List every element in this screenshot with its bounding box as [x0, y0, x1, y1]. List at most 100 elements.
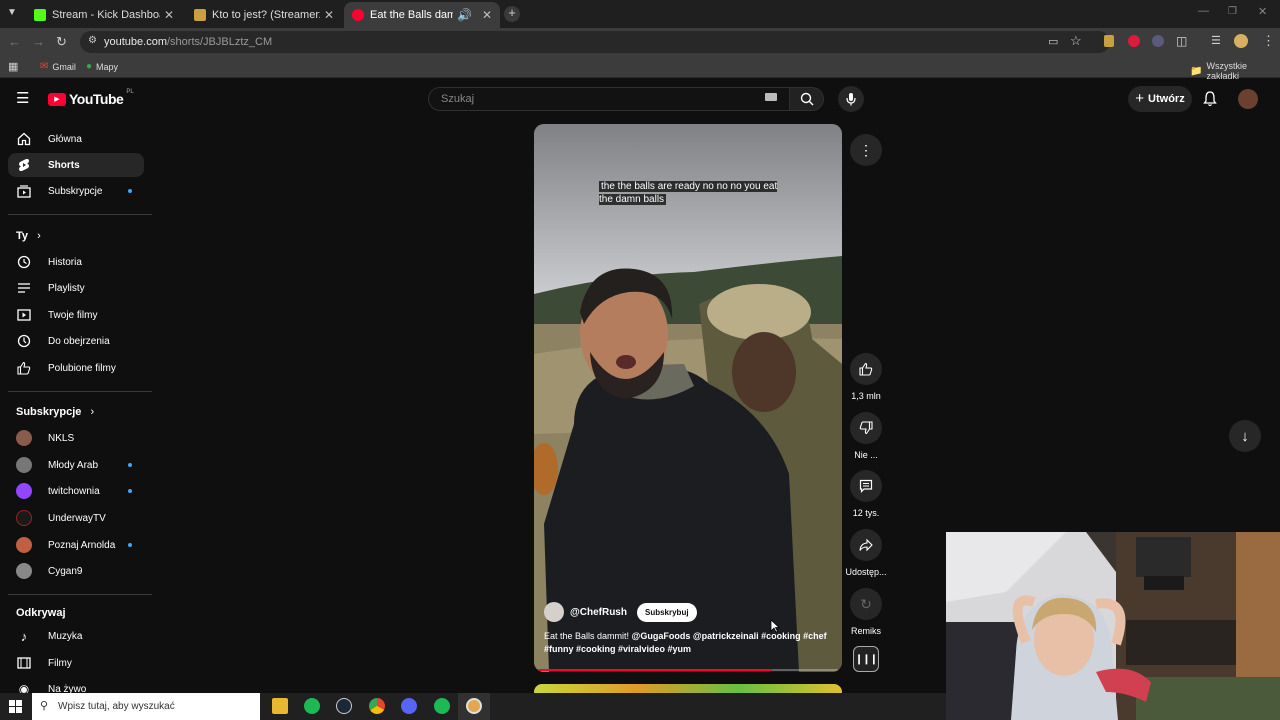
url-path: /shorts/JBJBLztz_CM — [166, 36, 273, 48]
discord-icon[interactable] — [401, 698, 417, 714]
chevron-right-icon: › — [37, 230, 41, 242]
sidebar-item-live[interactable]: ◉ Na żywo — [8, 677, 144, 693]
search-input[interactable]: Szukaj — [428, 87, 790, 111]
more-options-button[interactable]: ⋮ — [840, 134, 892, 172]
bookmark-gmail[interactable]: ✉ Gmail — [40, 61, 76, 72]
taskbar-search-input[interactable]: ⚲ Wpisz tutaj, aby wyszukać — [32, 693, 260, 720]
sidebar-item-subscriptions[interactable]: Subskrypcje — [8, 179, 144, 203]
sidebar-channel-cygan9[interactable]: Cygan9 — [8, 559, 144, 583]
menu-kebab-icon[interactable]: ⋮ — [1262, 34, 1275, 48]
short-description[interactable]: Eat the Balls dammit! @GugaFoods @patric… — [544, 630, 834, 656]
youtube-play-logo-icon: ▶ — [48, 92, 66, 106]
caption-text: the the balls are ready no no no you eat… — [599, 181, 778, 205]
notifications-bell-icon[interactable] — [1203, 91, 1217, 107]
bookmark-star-icon[interactable]: ☆ — [1070, 34, 1082, 48]
sidebar-item-home[interactable]: Główna — [8, 127, 144, 151]
remix-button[interactable]: ↻ Remiks — [840, 588, 892, 636]
sidebar-item-label: Główna — [48, 133, 82, 145]
sidebar-channel-nkls[interactable]: NKLS — [8, 426, 144, 450]
sidebar-channel-poznaj-arnolda[interactable]: Poznaj Arnolda — [8, 533, 144, 557]
cast-icon[interactable]: ▭ — [1048, 35, 1058, 49]
sidebar-channel-mlody-arab[interactable]: Młody Arab — [8, 453, 144, 477]
reload-icon[interactable]: ↻ — [56, 35, 67, 49]
restore-icon[interactable]: ❐ — [1228, 5, 1237, 19]
subscriptions-section-heading[interactable]: Subskrypcje › — [16, 406, 94, 418]
spotify-2-icon[interactable] — [434, 698, 450, 714]
progress-bar[interactable] — [538, 669, 838, 671]
video-caption: the the balls are ready no no no you eat… — [599, 180, 785, 206]
dislike-button[interactable]: Nie ... — [840, 412, 892, 460]
site-info-icon[interactable]: ⚙ — [88, 35, 97, 46]
channel-avatar — [16, 510, 32, 526]
extension-3-icon[interactable] — [1152, 35, 1164, 47]
bookmarks-bar: ▦ ✉ Gmail ● Mapy 📁 Wszystkie zakładki — [0, 56, 1280, 81]
sidebar-item-label: Młody Arab — [48, 459, 99, 471]
sidebar-item-liked[interactable]: Polubione filmy — [8, 356, 144, 380]
forward-icon[interactable]: → — [32, 35, 45, 49]
channel-name[interactable]: @ChefRush — [570, 607, 627, 618]
voice-search-button[interactable] — [838, 86, 864, 112]
all-bookmarks[interactable]: 📁 Wszystkie zakładki — [1190, 61, 1280, 81]
webcam-frame — [946, 532, 1280, 720]
tab-search-icon[interactable]: ▼ — [7, 6, 17, 20]
hamburger-menu-icon[interactable]: ☰ — [16, 91, 29, 106]
close-tab-icon[interactable]: ✕ — [324, 8, 334, 22]
chrome-icon[interactable] — [369, 698, 385, 714]
address-bar[interactable]: ⚙ youtube.com/shorts/JBJBLztz_CM — [80, 31, 1110, 53]
kick-favicon-icon — [34, 9, 46, 21]
close-tab-icon[interactable]: ✕ — [164, 8, 174, 22]
sidebar-item-films[interactable]: Filmy — [8, 651, 144, 675]
close-window-icon[interactable]: ✕ — [1258, 5, 1267, 19]
windows-start-icon[interactable] — [9, 700, 22, 713]
extension-2-icon[interactable] — [1128, 35, 1140, 47]
comments-button[interactable]: 12 tys. — [840, 470, 892, 518]
like-button[interactable]: 1,3 mln — [840, 353, 892, 401]
channel-avatar[interactable] — [544, 602, 564, 622]
tab-youtube-short[interactable]: Eat the Balls dammit! @Gu 🔊 ✕ — [344, 2, 500, 28]
sidebar-item-your-videos[interactable]: Twoje filmy — [8, 303, 144, 327]
minimize-icon[interactable]: — — [1198, 4, 1209, 18]
search-button[interactable] — [790, 87, 824, 111]
sidebar-item-playlists[interactable]: Playlisty — [8, 276, 144, 300]
shorts-player[interactable]: the the balls are ready no no no you eat… — [534, 124, 842, 672]
next-short-preview[interactable] — [534, 684, 842, 693]
tab-streamerzy[interactable]: Kto to jest? (Streamerzy) - Zagá ✕ — [186, 2, 342, 28]
apps-grid-icon[interactable]: ▦ — [8, 60, 18, 74]
keyboard-icon[interactable] — [765, 93, 777, 101]
profile-avatar-icon[interactable] — [1234, 34, 1248, 48]
history-icon — [16, 254, 32, 270]
music-icon: ♪ — [20, 628, 28, 644]
sidebar-divider — [8, 594, 152, 595]
youtube-wordmark: YouTube — [69, 91, 124, 107]
sound-thumbnail[interactable]: ❙❙❙ — [853, 646, 879, 672]
share-button[interactable]: Udostęp... — [840, 529, 892, 577]
sidebar-channel-underwaytv[interactable]: UnderwayTV — [8, 506, 144, 530]
sidebar-item-history[interactable]: Historia — [8, 250, 144, 274]
new-content-dot — [128, 489, 132, 493]
bookmark-maps[interactable]: ● Mapy — [86, 61, 118, 72]
extensions-puzzle-icon[interactable]: ◫ — [1176, 34, 1187, 48]
steam-icon[interactable] — [336, 698, 352, 714]
back-icon[interactable]: ← — [8, 35, 21, 49]
you-section-heading[interactable]: Ty › — [16, 230, 41, 242]
media-control-icon[interactable]: ☰ — [1211, 34, 1221, 48]
file-explorer-icon[interactable] — [272, 698, 288, 714]
extension-1-icon[interactable] — [1104, 35, 1114, 47]
channel-avatar-slot — [16, 563, 32, 579]
sidebar-item-label: Do obejrzenia — [48, 335, 110, 347]
audio-playing-icon[interactable]: 🔊 — [457, 8, 472, 22]
new-tab-icon[interactable]: + — [504, 6, 520, 22]
account-avatar[interactable] — [1238, 89, 1258, 109]
next-short-button[interactable]: ↓ — [1229, 420, 1261, 452]
tab-kick-dashboard[interactable]: Stream - Kick Dashboard ✕ — [26, 2, 182, 28]
sidebar-channel-twitchownia[interactable]: twitchownia — [8, 479, 144, 503]
sidebar-item-watch-later[interactable]: Do obejrzenia — [8, 329, 144, 353]
sidebar-item-shorts[interactable]: Shorts — [8, 153, 144, 177]
spotify-icon[interactable] — [304, 698, 320, 714]
sidebar-item-music[interactable]: ♪ Muzyka — [8, 624, 144, 648]
close-tab-icon[interactable]: ✕ — [482, 8, 492, 22]
sidebar-item-label: Filmy — [48, 657, 72, 669]
subscribe-button[interactable]: Subskrybuj — [636, 602, 697, 622]
youtube-logo[interactable]: ▶ YouTube PL — [48, 89, 134, 107]
create-button[interactable]: + Utwórz — [1128, 86, 1192, 112]
